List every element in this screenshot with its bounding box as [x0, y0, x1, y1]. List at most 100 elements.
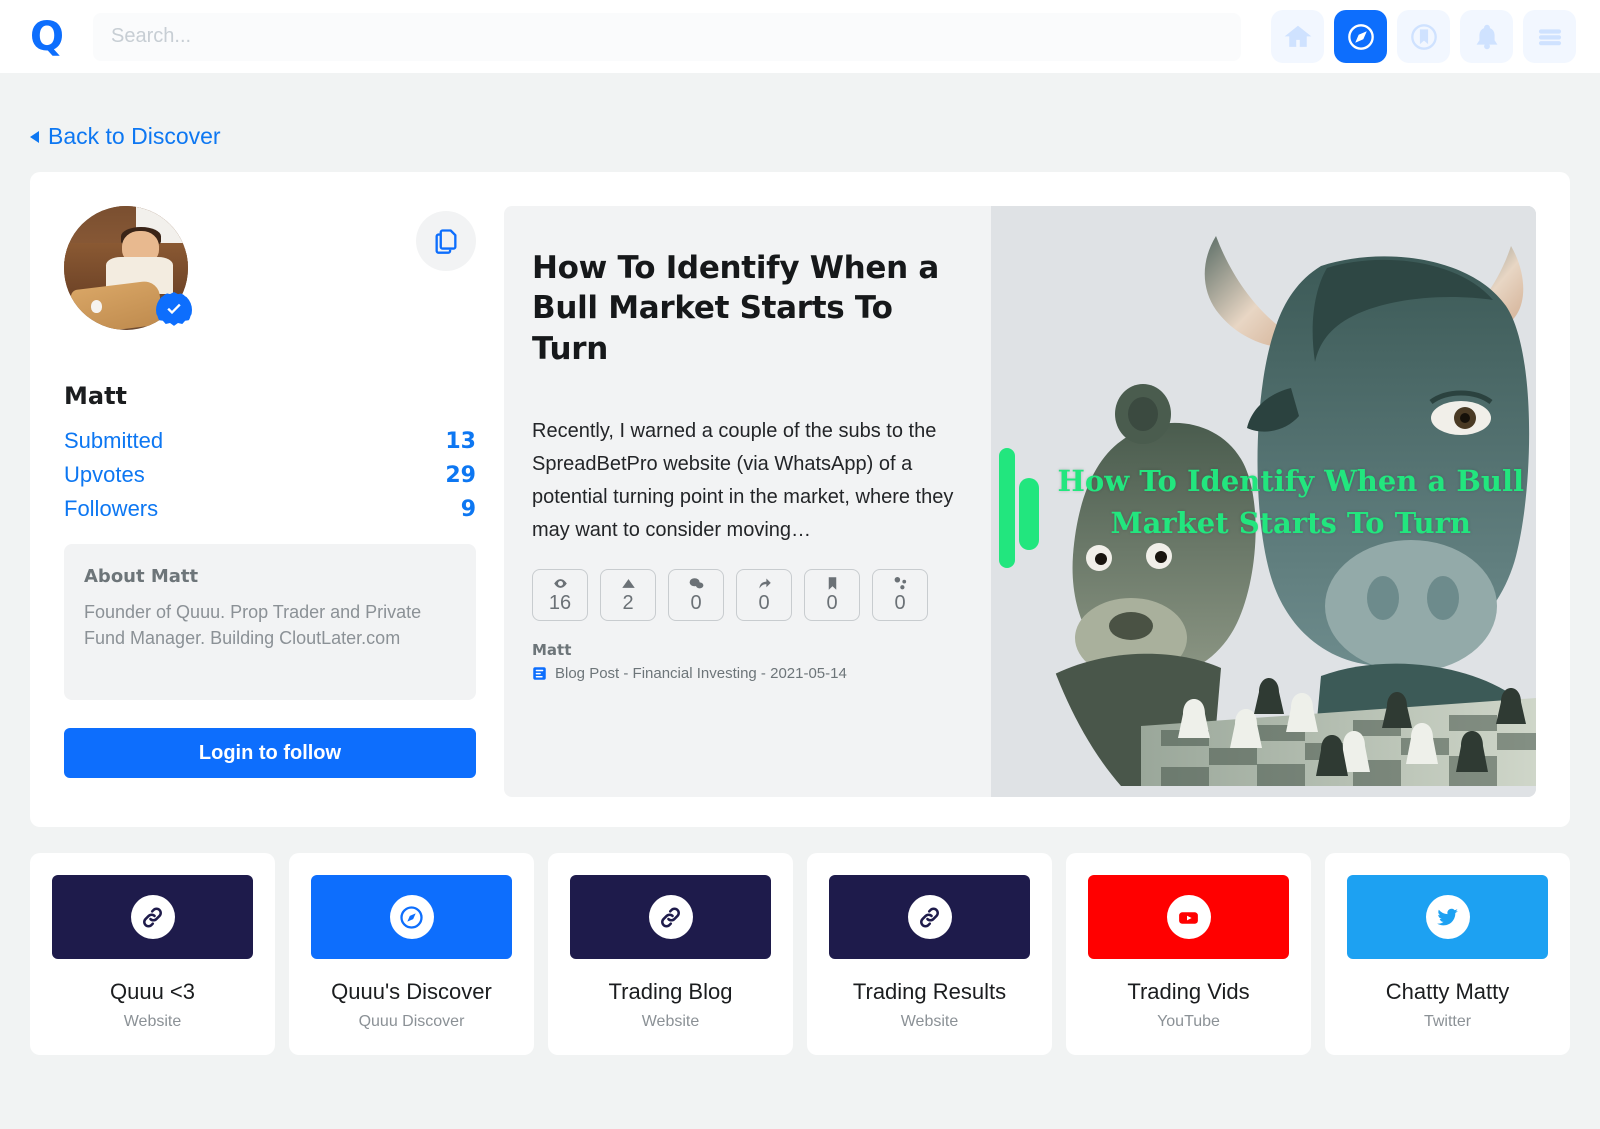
comments-value: 0 — [690, 592, 702, 615]
link-thumb — [829, 875, 1030, 959]
share-arrow-icon — [759, 578, 771, 589]
blog-post-icon — [533, 667, 546, 680]
login-to-follow-button[interactable]: Login to follow — [64, 728, 476, 778]
top-navigation-bar: Q — [0, 0, 1600, 73]
link-badge — [389, 895, 434, 939]
link-title: Trading Blog — [608, 979, 733, 1004]
bookmark-icon — [828, 577, 836, 591]
link-badge — [1425, 895, 1470, 939]
thumbnail-caption: How To Identify When a Bull Market Start… — [1057, 464, 1524, 541]
link-icon — [143, 907, 162, 927]
nav-icon-group — [1271, 10, 1576, 63]
link-badge — [907, 895, 952, 939]
upvotes-value: 2 — [622, 592, 634, 615]
link-title: Trading Results — [852, 979, 1007, 1004]
eye-icon — [553, 579, 567, 589]
link-thumb — [311, 875, 512, 959]
link-badge — [130, 895, 175, 939]
bell-icon — [1476, 24, 1497, 49]
home-icon-button[interactable] — [1271, 10, 1324, 63]
link-subtitle: Website — [641, 1013, 700, 1030]
link-title: Quuu <3 — [109, 979, 195, 1004]
link-card-trading-vids[interactable]: Trading Vids YouTube — [1066, 853, 1311, 1055]
shares-stat[interactable]: 0 — [736, 568, 792, 621]
stat-submitted[interactable]: Submitted 13 — [64, 428, 476, 454]
link-title: Chatty Matty — [1385, 979, 1510, 1004]
profile-name: Matt — [64, 382, 128, 410]
stat-submitted-value: 13 — [445, 429, 476, 454]
link-subtitle: Website — [900, 1013, 959, 1030]
article-text-column: How To Identify When a Bull Market Start… — [504, 206, 1004, 797]
stat-followers-value: 9 — [460, 497, 476, 522]
share-nodes-icon — [894, 577, 906, 590]
link-card-chatty-matty[interactable]: Chatty Matty Twitter — [1325, 853, 1570, 1055]
byline-meta-text: Blog Post - Financial Investing - 2021-0… — [555, 664, 847, 682]
home-icon — [1284, 25, 1311, 47]
upvote-triangle-icon — [621, 579, 635, 589]
link-icon — [661, 907, 680, 927]
twitter-icon — [1437, 908, 1458, 925]
copy-icon — [435, 229, 457, 254]
stat-submitted-label: Submitted — [64, 428, 164, 453]
quuu-logo[interactable]: Q — [30, 17, 64, 57]
article-byline: Matt Blog Post - Financial Investing - 2… — [532, 641, 974, 682]
comments-stat[interactable]: 0 — [668, 568, 724, 621]
back-arrow-icon — [30, 130, 39, 143]
saves-value: 0 — [826, 592, 838, 615]
link-badge — [648, 895, 693, 939]
avatar — [64, 206, 192, 330]
link-thumb — [1347, 875, 1548, 959]
search-input[interactable] — [111, 25, 1223, 48]
link-card-trading-results[interactable]: Trading Results Website — [807, 853, 1052, 1055]
views-stat[interactable]: 16 — [532, 568, 588, 621]
about-body: Founder of Quuu. Prop Trader and Private… — [84, 602, 422, 649]
link-badge — [1166, 895, 1211, 939]
about-box: About Matt Founder of Quuu. Prop Trader … — [64, 544, 476, 700]
reposts-stat[interactable]: 0 — [872, 568, 928, 621]
compass-icon — [400, 905, 423, 929]
back-link-label: Back to Discover — [48, 123, 221, 149]
link-card-trading-blog[interactable]: Trading Blog Website — [548, 853, 793, 1055]
byline-author: Matt — [532, 640, 572, 659]
link-title: Quuu's Discover — [331, 979, 492, 1004]
page-content: Back to Discover Matt Submitted 13 Upvot… — [0, 73, 1600, 1055]
avatar-row — [64, 206, 476, 330]
link-subtitle: Twitter — [1423, 1013, 1472, 1030]
reposts-value: 0 — [894, 592, 906, 615]
compass-icon-button[interactable] — [1334, 10, 1387, 63]
article-description: Recently, I warned a couple of the subs … — [532, 419, 954, 541]
saves-stat[interactable]: 0 — [804, 568, 860, 621]
link-card-quuu-discover[interactable]: Quuu's Discover Quuu Discover — [289, 853, 534, 1055]
hamburger-menu-icon-button[interactable] — [1523, 10, 1576, 63]
stat-upvotes[interactable]: Upvotes 29 — [64, 462, 476, 488]
article-title: How To Identify When a Bull Market Start… — [532, 250, 940, 367]
article-stats-row: 16 2 0 0 0 0 — [532, 568, 974, 621]
stat-upvotes-label: Upvotes — [64, 462, 145, 487]
search-bar[interactable] — [93, 12, 1241, 61]
bookmark-circle-icon-button[interactable] — [1397, 10, 1450, 63]
link-card-quuu[interactable]: Quuu <3 Website — [30, 853, 275, 1055]
copy-profile-link-button[interactable] — [416, 211, 476, 271]
hamburger-menu-icon — [1538, 28, 1561, 45]
youtube-icon — [1179, 911, 1198, 924]
comment-icon — [689, 578, 703, 589]
link-title: Trading Vids — [1127, 979, 1250, 1004]
bookmark-circle-icon — [1410, 23, 1437, 50]
link-subtitle: YouTube — [1157, 1013, 1220, 1030]
link-subtitle: Website — [123, 1013, 182, 1030]
link-icon — [920, 907, 939, 927]
article-preview-card[interactable]: How To Identify When a Bull Market Start… — [504, 206, 1536, 797]
stat-followers-label: Followers — [64, 496, 159, 521]
bell-icon-button[interactable] — [1460, 10, 1513, 63]
link-thumb — [570, 875, 771, 959]
back-to-discover-link[interactable]: Back to Discover — [30, 123, 221, 150]
upvotes-stat[interactable]: 2 — [600, 568, 656, 621]
profile-main-card: Matt Submitted 13 Upvotes 29 Followers 9… — [30, 172, 1570, 827]
link-cards-row: Quuu <3 Website Quuu's Discover Quuu Dis… — [30, 853, 1570, 1055]
link-thumb — [52, 875, 253, 959]
verified-badge-icon — [156, 292, 192, 326]
byline-meta-row: Blog Post - Financial Investing - 2021-0… — [532, 665, 974, 682]
link-thumb — [1088, 875, 1289, 959]
shares-value: 0 — [758, 592, 770, 615]
stat-followers[interactable]: Followers 9 — [64, 496, 476, 522]
